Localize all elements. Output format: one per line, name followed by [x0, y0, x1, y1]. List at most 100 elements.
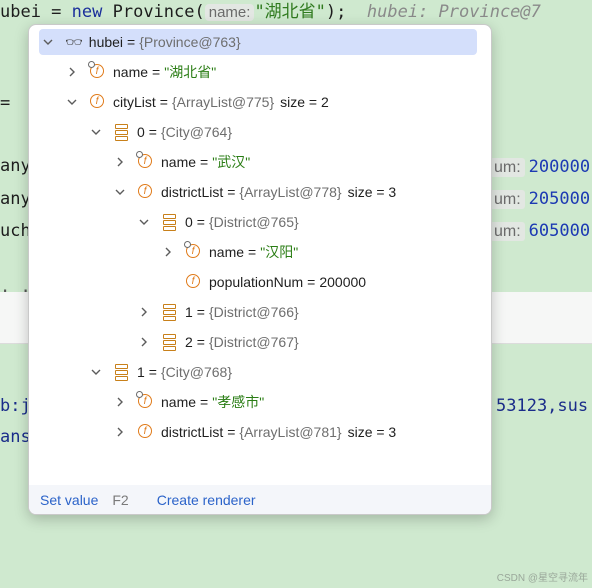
equals-sign: = — [248, 244, 257, 260]
var-name: districtList — [161, 424, 224, 440]
array-element-icon — [113, 363, 131, 381]
chevron-down-icon[interactable] — [89, 125, 103, 139]
field-locked-icon: f — [184, 241, 203, 261]
var-name: populationNum — [209, 274, 304, 290]
chevron-down-icon[interactable] — [41, 35, 55, 49]
code-fragment: = — [0, 93, 11, 113]
array-element-icon — [113, 123, 131, 141]
hint-label: um: — [490, 190, 525, 209]
tree-row-name[interactable]: f name = "武汉" — [113, 149, 250, 175]
keyword-new: new — [71, 2, 103, 22]
code-text: ); — [325, 2, 347, 22]
code-fragment: b:j — [0, 396, 31, 416]
chevron-right-icon[interactable] — [137, 335, 151, 349]
tree-row-districtlist[interactable]: f districtList = {ArrayList@781} size = … — [113, 419, 396, 445]
code-text: Province( — [102, 2, 205, 22]
var-name: 1 — [137, 364, 145, 380]
tree-row-city-1[interactable]: 1 = {City@768} — [89, 359, 232, 385]
chevron-down-icon[interactable] — [113, 185, 127, 199]
equals-sign: = — [307, 274, 316, 290]
field-icon: f — [137, 423, 155, 441]
size-label: size = 2 — [280, 94, 329, 110]
inline-hint: um: 205000 — [490, 189, 590, 209]
size-label: size = 3 — [347, 184, 397, 200]
chevron-right-icon[interactable] — [137, 305, 151, 319]
chevron-right-icon[interactable] — [113, 155, 127, 169]
var-name: 2 — [185, 334, 193, 350]
var-type: {District@765} — [208, 214, 299, 230]
equals-sign: = — [159, 94, 168, 110]
string-literal: "湖北省" — [254, 2, 326, 22]
hint-label: um: — [490, 158, 525, 177]
shortcut-key: F2 — [112, 491, 129, 508]
var-name: 0 — [137, 124, 145, 140]
inline-hint: um: 605000 — [490, 221, 590, 241]
chevron-down-icon[interactable] — [137, 215, 151, 229]
tree-row-name[interactable]: f name = "孝感市" — [113, 389, 264, 415]
chevron-right-icon[interactable] — [161, 245, 175, 259]
size-label: size = 3 — [347, 424, 397, 440]
tree-row-citylist[interactable]: f cityList = {ArrayList@775} size = 2 — [65, 89, 329, 115]
inline-value-hint: hubei: Province@7 — [366, 2, 541, 22]
number-value: 200000 — [319, 274, 367, 290]
watch-glasses-icon: 👓︎ — [65, 33, 83, 50]
field-locked-icon: f — [136, 391, 155, 411]
string-value: "孝感市" — [212, 394, 265, 410]
field-icon: f — [89, 93, 107, 111]
var-type: {ArrayList@781} — [239, 424, 342, 440]
equals-sign: = — [227, 424, 236, 440]
equals-sign: = — [127, 34, 136, 50]
array-element-icon — [161, 303, 179, 321]
tree-row-district-2[interactable]: 2 = {District@767} — [137, 329, 299, 355]
chevron-right-icon[interactable] — [65, 65, 79, 79]
create-renderer-link[interactable]: Create renderer — [157, 492, 256, 508]
equals-sign: = — [227, 184, 236, 200]
code-fragment: any — [0, 189, 31, 209]
watermark: CSDN @星空寻流年 — [496, 573, 588, 584]
var-name: districtList — [161, 184, 224, 200]
tree-row-name[interactable]: f name = "汉阳" — [161, 239, 298, 265]
var-type: {ArrayList@778} — [239, 184, 342, 200]
chevron-right-icon[interactable] — [113, 425, 127, 439]
array-element-icon — [161, 333, 179, 351]
tree-row-city-0[interactable]: 0 = {City@764} — [89, 119, 232, 145]
equals-sign: = — [152, 64, 161, 80]
tree-row-districtlist[interactable]: f districtList = {ArrayList@778} size = … — [113, 179, 396, 205]
code-fragment: uch — [0, 221, 31, 241]
var-type: {ArrayList@775} — [171, 94, 275, 110]
var-name: 1 — [185, 304, 193, 320]
param-hint: name: — [204, 4, 255, 21]
hint-value: 205000 — [528, 189, 591, 209]
code-line-province: ubei = new Province(name: "湖北省"); hubei: … — [0, 0, 541, 22]
string-value: "汉阳" — [260, 244, 299, 260]
equals-sign: = — [200, 394, 209, 410]
popup-footer: Set value F2 Create renderer — [29, 485, 491, 514]
equals-sign: = — [200, 154, 209, 170]
tree-row-name[interactable]: f name = "湖北省" — [65, 59, 216, 85]
var-name: name — [113, 64, 149, 80]
string-value: "湖北省" — [164, 64, 217, 80]
field-locked-icon: f — [136, 151, 155, 171]
tree-row-populationnum[interactable]: f populationNum = 200000 — [185, 269, 366, 295]
set-value-link[interactable]: Set value — [40, 492, 98, 508]
field-locked-icon: f — [88, 61, 107, 81]
equals-sign: = — [196, 304, 205, 320]
array-element-icon — [161, 213, 179, 231]
var-name: name — [209, 244, 245, 260]
tree-row-district-0[interactable]: 0 = {District@765} — [137, 209, 299, 235]
var-type: {Province@763} — [139, 34, 241, 50]
chevron-down-icon[interactable] — [65, 95, 79, 109]
code-fragment: 53123,sus — [496, 396, 589, 416]
debug-value-popup: 👓︎ hubei = {Province@763} f name = "湖北省"… — [28, 24, 492, 515]
var-name: 0 — [185, 214, 193, 230]
chevron-right-icon[interactable] — [113, 395, 127, 409]
equals-sign: = — [196, 334, 205, 350]
tree-row-district-1[interactable]: 1 = {District@766} — [137, 299, 299, 325]
code-text: ubei = — [0, 2, 72, 22]
hint-value: 605000 — [528, 221, 591, 241]
chevron-down-icon[interactable] — [89, 365, 103, 379]
var-type: {District@766} — [208, 304, 299, 320]
var-name: cityList — [113, 94, 156, 110]
hint-label: um: — [490, 222, 525, 241]
tree-row-hubei[interactable]: 👓︎ hubei = {Province@763} — [39, 29, 477, 55]
